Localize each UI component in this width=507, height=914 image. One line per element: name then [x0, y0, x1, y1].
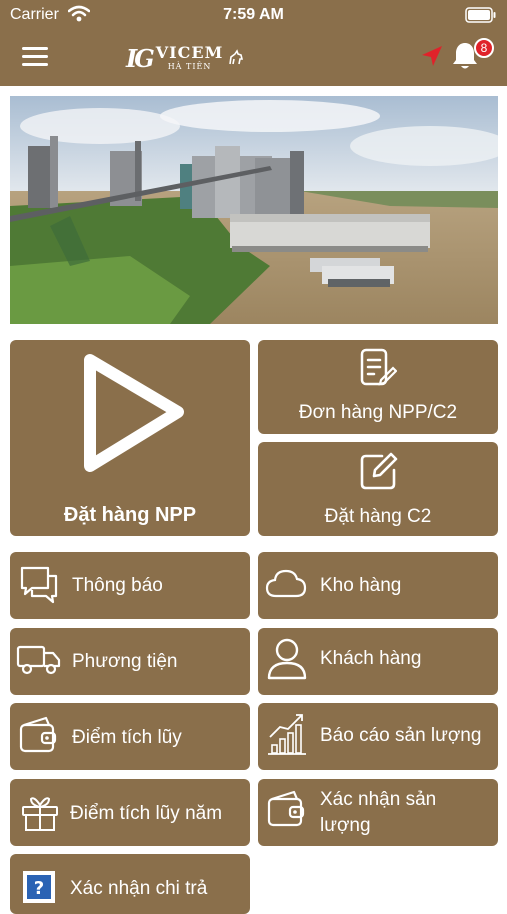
vehicles-tile[interactable]: Phương tiện	[10, 628, 250, 695]
logo-mark: IG	[126, 43, 155, 73]
confirm-production-tile[interactable]: Xác nhận sản lượng	[258, 779, 498, 846]
production-report-tile[interactable]: Báo cáo sản lượng	[258, 703, 498, 770]
question-icon: ?	[23, 871, 55, 903]
yearly-points-label: Điểm tích lũy năm	[70, 803, 223, 824]
warehouse-label: Kho hàng	[320, 575, 402, 596]
customers-label: Khách hàng	[320, 648, 422, 669]
location-arrow-icon[interactable]	[420, 44, 444, 68]
orders-npp-c2-tile[interactable]: Đơn hàng NPP/C2	[258, 340, 498, 434]
confirm-production-label: Xác nhận sản lượng	[320, 789, 437, 836]
confirm-payment-tile[interactable]: ? Xác nhận chi trả	[10, 854, 250, 914]
loyalty-points-tile[interactable]: Điểm tích lũy	[10, 703, 250, 770]
order-npp-label: Đặt hàng NPP	[63, 504, 197, 526]
document-edit-icon	[360, 348, 397, 386]
confirm-payment-label: Xác nhận chi trả	[70, 878, 208, 899]
edit-icon	[360, 452, 398, 490]
battery-icon	[465, 7, 496, 23]
vicem-logo: IG VICEM HÀ TIÊN	[126, 42, 245, 74]
bar-chart-icon	[268, 714, 306, 755]
yearly-points-tile[interactable]: Điểm tích lũy năm	[10, 779, 250, 846]
orders-npp-c2-label: Đơn hàng NPP/C2	[298, 402, 458, 423]
clock: 7:59 AM	[223, 6, 284, 23]
svg-text:?: ?	[34, 878, 44, 899]
banner-image	[10, 96, 498, 324]
loyalty-points-label: Điểm tích lũy	[72, 727, 182, 748]
status-bar: Carrier 7:59 AM	[0, 0, 507, 30]
unicorn-emblem-icon	[229, 49, 244, 65]
cement-plant-photo	[10, 96, 498, 324]
customers-tile[interactable]: Khách hàng	[258, 628, 498, 695]
wallet-icon	[19, 716, 57, 753]
production-report-label: Báo cáo sản lượng	[320, 725, 482, 746]
truck-icon	[16, 645, 61, 675]
notification-badge: 8	[474, 38, 494, 58]
order-c2-tile[interactable]: Đặt hàng C2	[258, 442, 498, 536]
logo-name: VICEM	[155, 43, 224, 62]
vehicles-label: Phương tiện	[72, 651, 178, 672]
order-c2-label: Đặt hàng C2	[324, 506, 432, 527]
order-npp-tile[interactable]: Đặt hàng NPP	[10, 340, 250, 536]
chat-icon	[20, 566, 58, 604]
gift-icon	[22, 797, 58, 831]
hamburger-menu-icon[interactable]	[22, 47, 48, 69]
wallet-icon	[267, 790, 305, 827]
notifications-label: Thông báo	[72, 575, 163, 596]
warehouse-tile[interactable]: Kho hàng	[258, 552, 498, 619]
cloud-icon	[265, 569, 307, 598]
logo-subtitle: HÀ TIÊN	[167, 62, 212, 71]
play-icon	[84, 354, 184, 472]
notifications-tile[interactable]: Thông báo	[10, 552, 250, 619]
user-icon	[267, 638, 307, 680]
app-header: IG VICEM HÀ TIÊN 8	[0, 30, 507, 86]
